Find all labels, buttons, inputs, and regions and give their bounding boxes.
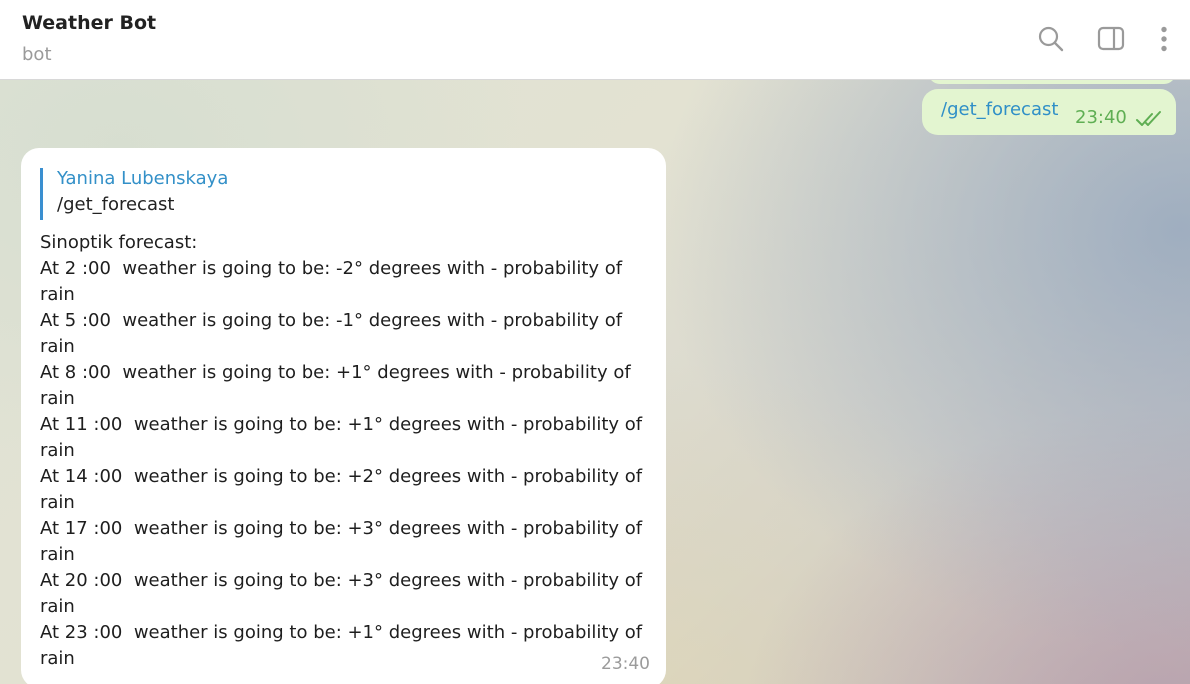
chat-background: /get_forecast 23:40 Yanina Lubenskaya /g… <box>0 70 1190 684</box>
outgoing-message[interactable]: /get_forecast 23:40 <box>922 89 1176 135</box>
message-line: At 5 :00 weather is going to be: -1° deg… <box>40 310 623 331</box>
reply-author: Yanina Lubenskaya <box>57 168 229 189</box>
chat-status: bot <box>22 44 52 65</box>
message-line: At 2 :00 weather is going to be: -2° deg… <box>40 258 623 279</box>
message-text: Sinoptik forecast: At 2 :00 weather is g… <box>40 230 643 672</box>
message-line: At 8 :00 weather is going to be: +1° deg… <box>40 362 631 383</box>
message-line: rain <box>40 544 75 565</box>
message-line: rain <box>40 596 75 617</box>
message-line: At 17 :00 weather is going to be: +3° de… <box>40 518 643 539</box>
message-line: rain <box>40 492 75 513</box>
message-line: At 23 :00 weather is going to be: +1° de… <box>40 622 643 643</box>
search-icon <box>1038 26 1064 52</box>
search-button[interactable] <box>1034 22 1068 56</box>
message-line: rain <box>40 284 75 305</box>
more-vertical-icon <box>1161 26 1167 52</box>
more-button[interactable] <box>1147 22 1181 56</box>
reply-text: /get_forecast <box>57 194 175 215</box>
message-time: 23:40 <box>1075 107 1127 128</box>
message-line: At 11 :00 weather is going to be: +1° de… <box>40 414 643 435</box>
chat-header: Weather Bot bot <box>0 0 1190 80</box>
message-time: 23:40 <box>601 654 650 674</box>
incoming-message[interactable]: Yanina Lubenskaya /get_forecast Sinoptik… <box>21 148 666 684</box>
message-line: rain <box>40 440 75 461</box>
double-check-icon <box>1136 111 1161 126</box>
sidebar-toggle-button[interactable] <box>1094 22 1128 56</box>
message-line: rain <box>40 388 75 409</box>
message-line: Sinoptik forecast: <box>40 232 198 253</box>
message-line: At 20 :00 weather is going to be: +3° de… <box>40 570 643 591</box>
message-line: rain <box>40 648 75 669</box>
message-line: rain <box>40 336 75 357</box>
command-link[interactable]: /get_forecast <box>941 99 1058 120</box>
sidebar-toggle-icon <box>1097 26 1125 51</box>
chat-title[interactable]: Weather Bot <box>22 12 156 34</box>
reply-quote[interactable]: Yanina Lubenskaya /get_forecast <box>40 168 563 220</box>
message-line: At 14 :00 weather is going to be: +2° de… <box>40 466 643 487</box>
telegram-window: /get_forecast 23:40 Yanina Lubenskaya /g… <box>0 0 1190 684</box>
